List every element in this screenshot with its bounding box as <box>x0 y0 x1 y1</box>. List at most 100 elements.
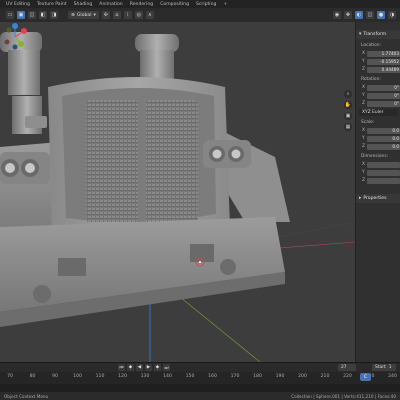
exhaust-elbow <box>25 116 47 128</box>
headlight-right <box>203 140 251 168</box>
location-x-row: X 1.77403 <box>359 50 400 57</box>
transform-title: Transform <box>363 32 387 37</box>
dimensions-z-row: Z <box>359 177 400 184</box>
tab-compositing[interactable]: Compositing <box>160 2 189 7</box>
ruler-tick: 200 <box>298 374 307 379</box>
snap-settings-icon[interactable]: ⁞ <box>123 11 132 19</box>
scale-label: Scale: <box>361 120 375 125</box>
chevron-right-icon: ▸ <box>359 196 362 201</box>
ruler-tick: 170 <box>230 374 240 379</box>
pivot-icon[interactable]: ✣ <box>101 11 110 19</box>
location-label: Location: <box>361 43 382 48</box>
tab-animation[interactable]: Animation <box>99 2 122 7</box>
orientation-label: Global <box>76 12 92 18</box>
next-keyframe-icon[interactable]: ◆ <box>154 364 161 371</box>
chevron-down-icon: ▾ <box>359 32 362 37</box>
properties-section-header[interactable]: ▸ Properties <box>356 194 400 203</box>
status-bar: Object Context Menu Collection | Sphere.… <box>0 392 400 400</box>
tab-uv-editing[interactable]: UV Editing <box>6 2 30 7</box>
visibility-icon[interactable]: ◉ <box>333 11 341 19</box>
rotation-label: Rotation: <box>361 77 381 82</box>
ruler-tick: 150 <box>185 374 195 379</box>
axis-label: X <box>362 128 366 133</box>
scale-x-field[interactable]: 0.0 <box>367 127 400 134</box>
orientation-icon: ⊕ <box>71 12 75 18</box>
overlay-icon[interactable]: ◐ <box>355 11 363 19</box>
timeline-ruler[interactable]: 70 80 90 100 110 120 130 140 150 160 170 180 190 200 2… <box>0 372 400 384</box>
ruler-tick: 140 <box>163 374 172 379</box>
location-z-field[interactable]: 0.44489 <box>367 66 400 73</box>
ruler-tick: 130 <box>140 374 150 379</box>
dimensions-x-field[interactable] <box>367 161 400 168</box>
tab-rendering[interactable]: Rendering <box>130 2 153 7</box>
tow-hook-left <box>33 285 51 303</box>
transform-orientation-select[interactable]: ⊕ Global ▾ <box>68 11 99 19</box>
snap-icon[interactable]: ⌂ <box>112 11 121 19</box>
tab-shading[interactable]: Shading <box>74 2 93 7</box>
timeline-track[interactable] <box>0 384 400 392</box>
ruler-tick: 180 <box>253 374 262 379</box>
jump-start-icon[interactable]: ⏮ <box>118 364 125 371</box>
select-intersect-icon[interactable]: ◨ <box>50 11 58 19</box>
grill-right <box>146 100 198 222</box>
falloff-icon[interactable]: ∧ <box>145 11 154 19</box>
ruler-tick: 240 <box>388 374 397 379</box>
playhead-frame[interactable]: C <box>360 373 371 381</box>
location-x-field[interactable]: 1.77403 <box>367 50 400 57</box>
rotation-y-field[interactable]: 0° <box>367 92 400 99</box>
start-value: 1 <box>388 365 392 370</box>
truck-model-render <box>0 32 355 362</box>
dimensions-label: Dimensions: <box>361 154 389 159</box>
select-subtract-icon[interactable]: ◧ <box>39 11 47 19</box>
select-box-icon[interactable]: ▭ <box>6 11 14 19</box>
pan-icon[interactable]: ✋ <box>344 101 352 109</box>
jump-end-icon[interactable]: ⏭ <box>163 364 170 371</box>
timeline-controls: ⏮ ◆ ◀ ▶ ◆ ⏭ 27 Start 1 <box>0 362 400 372</box>
solid-shading-icon[interactable]: ● <box>377 11 385 19</box>
rotation-z-field[interactable]: 0° <box>367 100 400 107</box>
navigation-gizmo[interactable] <box>0 22 30 52</box>
select-extend-icon[interactable]: ◫ <box>28 11 36 19</box>
dimensions-y-row: Y <box>359 169 400 176</box>
air-cleaner-right-cap <box>135 34 179 52</box>
gizmo-icon[interactable]: ✥ <box>344 11 352 19</box>
material-shading-icon[interactable]: ◑ <box>388 11 396 19</box>
axis-label: Y <box>362 93 365 98</box>
3d-viewport[interactable]: ⌕ ✋ ▣ ▦ <box>0 22 355 362</box>
xray-icon[interactable]: ◫ <box>366 11 374 19</box>
add-workspace-button[interactable]: + <box>223 2 227 7</box>
workspace-tabs: UV Editing Texture Paint Shading Animati… <box>0 0 400 8</box>
exhaust-pipe <box>12 96 42 134</box>
scale-y-field[interactable]: 0.0 <box>367 135 400 142</box>
zoom-icon[interactable]: ⌕ <box>344 90 352 98</box>
play-reverse-icon[interactable]: ◀ <box>136 364 143 371</box>
scale-z-row: Z 0.0 <box>359 143 400 150</box>
dimensions-y-field[interactable] <box>367 169 400 176</box>
scale-z-field[interactable]: 0.0 <box>367 143 400 150</box>
axis-label: Y <box>362 170 365 175</box>
axis-label: Y <box>362 136 365 141</box>
ruler-tick: 110 <box>95 374 105 379</box>
tab-scripting[interactable]: Scripting <box>196 2 216 7</box>
prev-keyframe-icon[interactable]: ◆ <box>127 364 134 371</box>
y-axis-line <box>179 296 261 362</box>
bumper-slot-left <box>58 258 86 276</box>
proportional-edit-icon[interactable]: ◎ <box>134 11 143 19</box>
select-mode-icon[interactable]: ▣ <box>17 11 25 19</box>
transform-section-header[interactable]: ▾ Transform <box>356 30 400 39</box>
axis-label: Z <box>362 144 366 149</box>
tab-texture-paint[interactable]: Texture Paint <box>37 2 67 7</box>
rotation-x-field[interactable]: 0° <box>367 84 400 91</box>
start-frame-field[interactable]: Start 1 <box>372 364 396 371</box>
dimensions-x-row: X <box>359 161 400 168</box>
perspective-toggle-icon[interactable]: ▦ <box>344 123 352 131</box>
play-icon[interactable]: ▶ <box>145 364 152 371</box>
current-frame-field[interactable]: 27 <box>338 364 356 371</box>
ruler-tick: 160 <box>208 374 217 379</box>
location-y-field[interactable]: -0.15952 <box>367 58 400 65</box>
camera-view-icon[interactable]: ▣ <box>344 112 352 120</box>
ruler-tick: 220 <box>343 374 352 379</box>
start-label: Start <box>375 365 386 370</box>
rotation-mode-select[interactable]: XYZ Euler <box>359 109 398 116</box>
dimensions-z-field[interactable] <box>367 177 400 184</box>
